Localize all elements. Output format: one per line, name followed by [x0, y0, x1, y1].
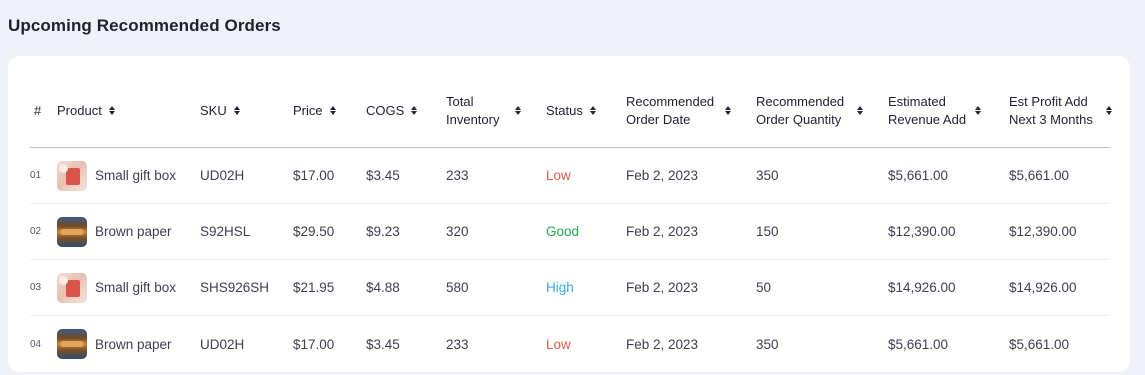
row-index: 02: [30, 226, 42, 237]
brown-paper-thumbnail-icon: [57, 329, 87, 359]
status-cell: Good: [546, 204, 579, 259]
product-cell: Brown paper: [57, 204, 172, 259]
sort-icon[interactable]: [975, 105, 981, 117]
product-name[interactable]: Small gift box: [95, 280, 176, 295]
status-badge: Good: [546, 224, 580, 239]
header-sku[interactable]: SKU: [200, 74, 240, 147]
header-cogs[interactable]: COGS: [366, 74, 418, 147]
order-date-cell: Feb 2, 2023: [626, 280, 699, 295]
page-title: Upcoming Recommended Orders: [8, 16, 281, 35]
table-row[interactable]: 04 Brown paper UD02H $17.00 $3.45 233 Low Feb 2…: [30, 316, 1110, 372]
header-status[interactable]: Status: [546, 74, 596, 147]
sort-icon[interactable]: [1106, 105, 1112, 117]
inventory-cell: 580: [446, 280, 469, 295]
sort-icon[interactable]: [857, 105, 863, 117]
brown-paper-thumbnail-icon: [57, 216, 87, 247]
order-date-cell: Feb 2, 2023: [626, 336, 699, 352]
sku-cell: S92HSL: [200, 224, 251, 239]
sort-icon[interactable]: [108, 105, 115, 117]
price-cell: $17.00: [293, 168, 335, 183]
cogs-cell: $4.88: [366, 280, 400, 295]
product-cell: Small gift box: [57, 148, 176, 203]
order-date-cell: Feb 2, 2023: [626, 224, 699, 239]
gift-box-thumbnail-icon: [57, 272, 87, 303]
profit-add-cell: $12,390.00: [1009, 224, 1077, 239]
status-badge: Low: [546, 336, 571, 352]
status-cell: Low: [546, 316, 571, 372]
order-quantity-cell: 150: [756, 224, 779, 239]
profit-add-cell: $14,926.00: [1009, 280, 1077, 295]
sort-icon[interactable]: [233, 105, 240, 117]
table-row[interactable]: 01 Small gift box UD02H $17.00 $3.45 233 Low Fe…: [30, 148, 1110, 204]
gift-box-thumbnail-icon: [57, 160, 87, 191]
row-index: 03: [30, 282, 42, 293]
inventory-cell: 233: [446, 336, 469, 352]
table-row[interactable]: 03 Small gift box SHS926SH $21.95 $4.88 580 Hi…: [30, 260, 1110, 316]
inventory-cell: 320: [446, 224, 469, 239]
table-body: 01 Small gift box UD02H $17.00 $3.45 233 Low Fe…: [30, 148, 1110, 372]
header-order-quantity[interactable]: Recommended Order Quantity: [756, 74, 863, 147]
table-header: # Product SKU Price COGS Total Inventory: [30, 74, 1112, 148]
status-badge: High: [546, 280, 574, 295]
product-cell: Brown paper: [57, 316, 172, 372]
sort-icon[interactable]: [725, 105, 731, 117]
row-index: 04: [30, 338, 42, 350]
profit-add-cell: $5,661.00: [1009, 336, 1070, 352]
sku-cell: SHS926SH: [200, 280, 270, 295]
header-revenue-add[interactable]: Estimated Revenue Add: [888, 74, 981, 147]
sku-cell: UD02H: [200, 168, 245, 183]
revenue-add-cell: $5,661.00: [888, 168, 949, 183]
header-profit-add[interactable]: Est Profit Add Next 3 Months: [1009, 74, 1112, 147]
status-cell: High: [546, 260, 574, 315]
cogs-cell: $9.23: [366, 224, 400, 239]
product-name[interactable]: Brown paper: [95, 337, 172, 352]
orders-table: # Product SKU Price COGS Total Inventory: [30, 74, 1112, 372]
row-index: 01: [30, 170, 42, 181]
header-price[interactable]: Price: [293, 74, 336, 147]
product-name[interactable]: Brown paper: [95, 224, 172, 239]
sku-cell: UD02H: [200, 336, 245, 352]
inventory-cell: 233: [446, 168, 469, 183]
revenue-add-cell: $14,926.00: [888, 280, 956, 295]
revenue-add-cell: $5,661.00: [888, 336, 949, 352]
header-product[interactable]: Product: [57, 74, 115, 147]
orders-card: # Product SKU Price COGS Total Inventory: [8, 56, 1130, 372]
price-cell: $21.95: [293, 280, 335, 295]
table-row[interactable]: 02 Brown paper S92HSL $29.50 $9.23 320 Good Feb…: [30, 204, 1110, 260]
sort-icon[interactable]: [515, 105, 521, 117]
product-cell: Small gift box: [57, 260, 176, 315]
header-index: #: [34, 102, 42, 118]
header-order-date[interactable]: Recommended Order Date: [626, 74, 731, 147]
cogs-cell: $3.45: [366, 168, 400, 183]
profit-add-cell: $5,661.00: [1009, 168, 1070, 183]
sort-icon[interactable]: [329, 105, 336, 117]
sort-icon[interactable]: [411, 105, 418, 117]
product-name[interactable]: Small gift box: [95, 168, 176, 183]
revenue-add-cell: $12,390.00: [888, 224, 956, 239]
cogs-cell: $3.45: [366, 336, 400, 352]
order-date-cell: Feb 2, 2023: [626, 168, 699, 183]
price-cell: $29.50: [293, 224, 335, 239]
header-total-inventory[interactable]: Total Inventory: [446, 74, 521, 147]
status-cell: Low: [546, 148, 571, 203]
order-quantity-cell: 350: [756, 336, 779, 352]
status-badge: Low: [546, 168, 571, 183]
sort-icon[interactable]: [589, 105, 596, 117]
order-quantity-cell: 350: [756, 168, 779, 183]
order-quantity-cell: 50: [756, 280, 772, 295]
price-cell: $17.00: [293, 336, 335, 352]
